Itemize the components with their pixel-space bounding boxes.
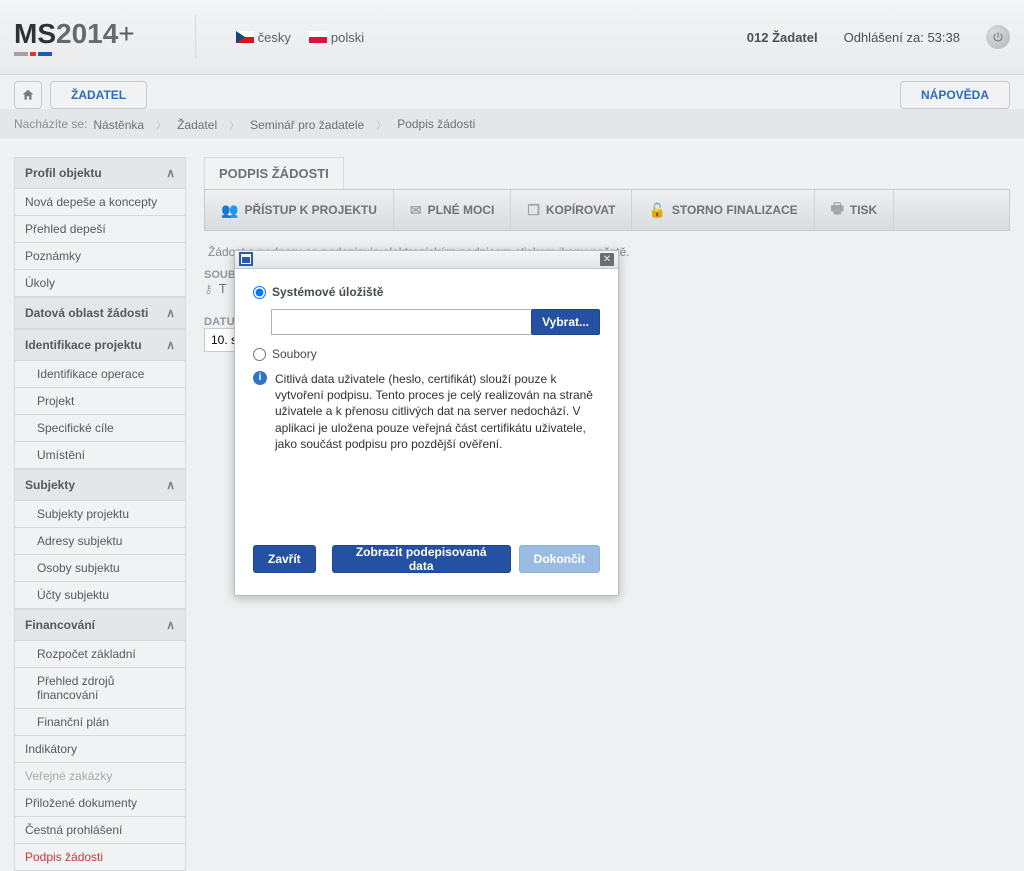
home-icon [21, 88, 35, 102]
sidebar-item[interactable]: Veřejné zakázky [14, 763, 186, 790]
sidebar-group-identifikace[interactable]: Identifikace projektu∧ [14, 329, 186, 361]
sidebar-group-financovani[interactable]: Financování∧ [14, 609, 186, 641]
breadcrumb[interactable]: Podpis žádosti [397, 117, 475, 131]
help-button[interactable]: NÁPOVĚDA [900, 81, 1010, 109]
breadcrumb[interactable]: Žadatel [177, 117, 244, 132]
choose-button[interactable]: Vybrat... [531, 309, 600, 335]
sidebar-item[interactable]: Čestná prohlášení [14, 817, 186, 844]
breadcrumb[interactable]: Nástěnka [93, 117, 171, 132]
sidebar-item[interactable]: Přehled zdrojů financování [14, 668, 186, 709]
radio-system-storage-input[interactable] [253, 286, 266, 299]
flag-cz-icon [236, 31, 254, 43]
dialog-info-text: Citlivá data uživatele (heslo, certifiká… [275, 371, 600, 452]
radio-files-input[interactable] [253, 348, 266, 361]
tool-pristup[interactable]: 👥PŘÍSTUP K PROJEKTU [205, 190, 394, 230]
lang-czech[interactable]: česky [236, 30, 291, 45]
user-name: 012 Žadatel [747, 30, 818, 45]
sidebar-item[interactable]: Finanční plán [14, 709, 186, 736]
sidebar: Profil objektu∧ Nová depeše a koncepty P… [14, 157, 186, 871]
sidebar-item[interactable]: Identifikace operace [14, 361, 186, 388]
dialog-close-button[interactable]: ✕ [600, 253, 614, 266]
breadcrumb-label: Nacházíte se: [14, 117, 87, 131]
info-icon: i [253, 371, 267, 385]
sidebar-item[interactable]: Osoby subjektu [14, 555, 186, 582]
chevron-up-icon: ∧ [166, 166, 175, 180]
dialog-close-btn[interactable]: Zavřít [253, 545, 316, 573]
sidebar-item[interactable]: Projekt [14, 388, 186, 415]
tool-storno[interactable]: 🔓STORNO FINALIZACE [632, 190, 814, 230]
breadcrumb[interactable]: Seminář pro žadatele [250, 117, 391, 132]
signature-dialog: ✕ Systémové úložiště Vybrat... Soubory i… [234, 250, 619, 596]
toolbar: 👥PŘÍSTUP K PROJEKTU ✉PLNÉ MOCI ❐KOPÍROVA… [204, 189, 1010, 231]
sidebar-item[interactable]: Rozpočet základní [14, 641, 186, 668]
sidebar-item[interactable]: Indikátory [14, 736, 186, 763]
tool-plnemoci[interactable]: ✉PLNÉ MOCI [394, 190, 511, 230]
copy-icon: ❐ [527, 202, 540, 219]
sidebar-group-profil[interactable]: Profil objektu∧ [14, 157, 186, 189]
lang-cz-label: česky [258, 30, 291, 45]
sidebar-item[interactable]: Nová depeše a koncepty [14, 189, 186, 216]
radio-label: Systémové úložiště [272, 285, 383, 299]
sidebar-item[interactable]: Umístění [14, 442, 186, 469]
sidebar-item[interactable]: Účty subjektu [14, 582, 186, 609]
lang-polish[interactable]: polski [309, 30, 364, 45]
lang-pl-label: polski [331, 30, 364, 45]
tool-tisk[interactable]: 🖶TISK [815, 190, 895, 230]
chevron-up-icon: ∧ [166, 618, 175, 632]
home-button[interactable] [14, 81, 42, 109]
chevron-up-icon: ∧ [166, 306, 175, 320]
sidebar-item[interactable]: Adresy subjektu [14, 528, 186, 555]
dialog-show-data-btn[interactable]: Zobrazit podepisovaná data [332, 545, 511, 573]
power-icon [992, 31, 1004, 43]
window-icon [239, 252, 253, 266]
sidebar-item-podpis[interactable]: Podpis žádosti [14, 844, 186, 871]
sidebar-item[interactable]: Specifické cíle [14, 415, 186, 442]
sidebar-group-subjekty[interactable]: Subjekty∧ [14, 469, 186, 501]
page-title: PODPIS ŽÁDOSTI [204, 157, 344, 189]
lock-icon: 🔓 [648, 202, 665, 219]
envelope-icon: ✉ [410, 202, 422, 219]
sidebar-group-datova[interactable]: Datová oblast žádosti∧ [14, 297, 186, 329]
soubor-value: T [219, 281, 227, 296]
certificate-path-input[interactable] [271, 309, 531, 335]
print-icon: 🖶 [831, 198, 844, 222]
power-button[interactable] [986, 25, 1010, 49]
radio-files[interactable]: Soubory [253, 347, 600, 361]
logout-timer: Odhlášení za: 53:38 [844, 30, 960, 45]
sidebar-item[interactable]: Poznámky [14, 243, 186, 270]
chevron-up-icon: ∧ [166, 338, 175, 352]
people-icon: 👥 [221, 202, 238, 219]
dialog-finish-btn[interactable]: Dokončit [519, 545, 600, 573]
sidebar-item[interactable]: Přiložené dokumenty [14, 790, 186, 817]
sidebar-item[interactable]: Úkoly [14, 270, 186, 297]
radio-system-storage[interactable]: Systémové úložiště [253, 285, 600, 299]
sidebar-item[interactable]: Přehled depeší [14, 216, 186, 243]
dialog-titlebar: ✕ [235, 251, 618, 269]
radio-label: Soubory [272, 347, 317, 361]
tool-kopirovat[interactable]: ❐KOPÍROVAT [511, 190, 632, 230]
flag-pl-icon [309, 31, 327, 43]
sidebar-item[interactable]: Subjekty projektu [14, 501, 186, 528]
zadatel-button[interactable]: ŽADATEL [50, 81, 147, 109]
app-logo: MS2014+ [14, 18, 135, 50]
chevron-up-icon: ∧ [166, 478, 175, 492]
key-icon: ⚷ [204, 282, 213, 296]
